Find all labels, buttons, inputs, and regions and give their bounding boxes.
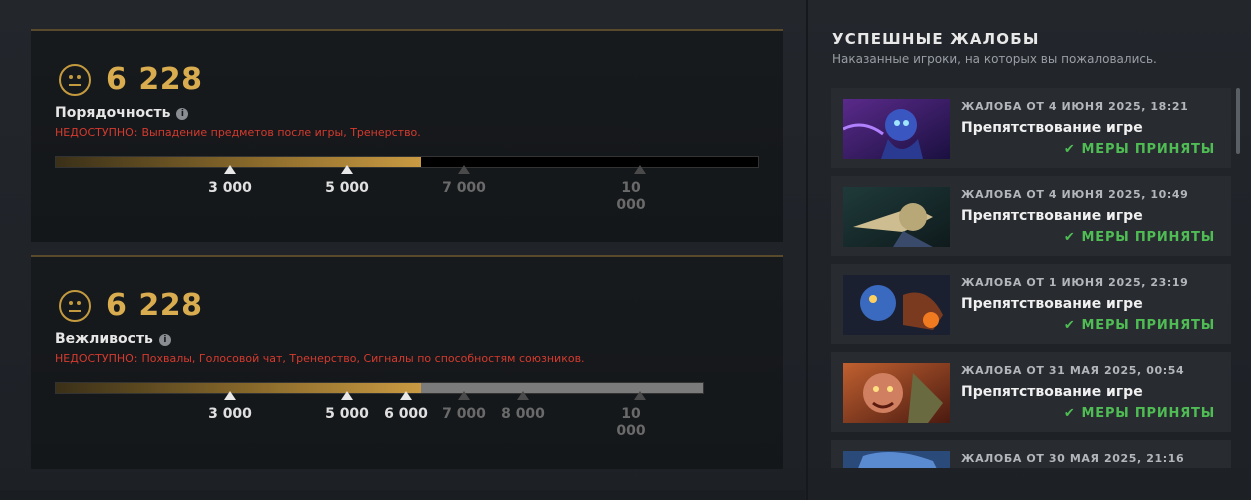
tick-marker [224,165,236,174]
report-status-label: МЕРЫ ПРИНЯТЫ [1081,318,1215,333]
report-item[interactable]: ЖАЛОБА ОТ 31 МАЯ 2025, 00:54 Препятствов… [831,352,1231,432]
tick-label: 5 000 [325,180,369,196]
behavior-score-panel: 6 228 Порядочность i НЕДОСТУПНО: Выпадение… [31,29,783,242]
reports-list[interactable]: ЖАЛОБА ОТ 4 ИЮНЯ 2025, 18:21 Препятствов… [831,88,1233,468]
tick-label: 5 000 [325,406,369,422]
bottom-strip [0,490,805,500]
hero-portrait [843,187,950,247]
tick-label: 10 000 [616,180,646,213]
check-icon: ✔ [1063,142,1076,157]
report-status: ✔ МЕРЫ ПРИНЯТЫ [1064,142,1215,157]
reports-scrollbar[interactable] [1236,88,1240,154]
report-reason: Препятствование игре [961,384,1143,400]
report-status-label: МЕРЫ ПРИНЯТЫ [1081,230,1215,245]
reports-title: УСПЕШНЫЕ ЖАЛОБЫ [832,30,1040,48]
tick-marker [458,391,470,400]
report-status-label: МЕРЫ ПРИНЯТЫ [1081,142,1215,157]
behavior-title-label: Порядочность [55,105,171,121]
tick-marker [224,391,236,400]
tick-marker [341,165,353,174]
report-reason: Препятствование игре [961,120,1143,136]
report-item[interactable]: ЖАЛОБА ОТ 4 ИЮНЯ 2025, 18:21 Препятствов… [831,88,1231,168]
behavior-progress-fill [56,157,421,167]
tick-marker [634,391,646,400]
communication-progress-bar [55,382,704,394]
hero-portrait [843,275,950,335]
column-divider [806,0,808,500]
tick-label: 10 000 [616,406,646,439]
metrics-column: 6 228 Порядочность i НЕДОСТУПНО: Выпадение… [0,0,805,500]
behavior-score-title: Порядочность i [55,105,189,121]
check-icon: ✔ [1063,406,1076,421]
communication-title-label: Вежливость [55,331,153,347]
tick-marker [400,391,412,400]
tick-label: 3 000 [208,406,252,422]
tick-label: 6 000 [384,406,428,422]
hero-portrait [843,451,950,468]
tick-label: 7 000 [442,406,486,422]
reports-subtitle: Наказанные игроки, на которых вы пожалов… [832,52,1157,66]
communication-score-title: Вежливость i [55,331,171,347]
report-item[interactable]: ЖАЛОБА ОТ 4 ИЮНЯ 2025, 10:49 Препятствов… [831,176,1231,256]
info-icon[interactable]: i [158,334,171,346]
tick-marker [458,165,470,174]
tick-marker [341,391,353,400]
neutral-face-icon [59,290,91,322]
hero-portrait [843,363,950,423]
tick-marker [634,165,646,174]
report-date: ЖАЛОБА ОТ 4 ИЮНЯ 2025, 18:21 [961,100,1189,113]
report-item[interactable]: ЖАЛОБА ОТ 1 ИЮНЯ 2025, 23:19 Препятствов… [831,264,1231,344]
communication-score-value: 6 228 [106,288,203,323]
behavior-score-value: 6 228 [106,62,203,97]
report-date: ЖАЛОБА ОТ 31 МАЯ 2025, 00:54 [961,364,1185,377]
unavailable-features: Выпадение предметов после игры, Тренерст… [141,126,421,139]
communication-score-panel: 6 228 Вежливость i НЕДОСТУПНО: Похвалы, Го… [31,255,783,469]
info-icon[interactable]: i [176,108,189,120]
report-status: ✔ МЕРЫ ПРИНЯТЫ [1064,230,1215,245]
conduct-summary-screen: 6 228 Порядочность i НЕДОСТУПНО: Выпадение… [0,0,1251,500]
report-date: ЖАЛОБА ОТ 1 ИЮНЯ 2025, 23:19 [961,276,1189,289]
unavailable-label: НЕДОСТУПНО: [55,352,138,365]
behavior-progress-bar [55,156,759,168]
report-status-label: МЕРЫ ПРИНЯТЫ [1081,406,1215,421]
neutral-face-icon [59,64,91,96]
report-status: ✔ МЕРЫ ПРИНЯТЫ [1064,318,1215,333]
check-icon: ✔ [1063,318,1076,333]
report-status: ✔ МЕРЫ ПРИНЯТЫ [1064,406,1215,421]
hero-portrait [843,99,950,159]
unavailable-label: НЕДОСТУПНО: [55,126,138,139]
communication-unavailable: НЕДОСТУПНО: Похвалы, Голосовой чат, Трене… [55,352,585,365]
report-item[interactable]: ЖАЛОБА ОТ 30 МАЯ 2025, 21:16 [831,440,1231,468]
tick-label: 7 000 [442,180,486,196]
tick-label: 3 000 [208,180,252,196]
report-date: ЖАЛОБА ОТ 4 ИЮНЯ 2025, 10:49 [961,188,1189,201]
unavailable-features: Похвалы, Голосовой чат, Тренерство, Сигн… [141,352,585,365]
tick-label: 8 000 [501,406,545,422]
report-date: ЖАЛОБА ОТ 30 МАЯ 2025, 21:16 [961,452,1185,465]
report-reason: Препятствование игре [961,296,1143,312]
communication-progress-fill [56,383,421,393]
report-reason: Препятствование игре [961,208,1143,224]
tick-marker [517,391,529,400]
behavior-unavailable: НЕДОСТУПНО: Выпадение предметов после игр… [55,126,421,139]
check-icon: ✔ [1063,230,1076,245]
